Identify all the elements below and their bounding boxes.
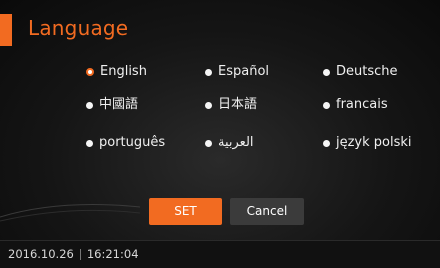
language-label: język polski — [336, 135, 412, 150]
header: Language — [0, 14, 440, 46]
radio-icon — [323, 101, 330, 109]
language-label: English — [100, 64, 147, 79]
accent-bar — [0, 14, 12, 46]
language-label: português — [99, 135, 166, 150]
set-button[interactable]: SET — [149, 198, 222, 225]
separator — [79, 248, 81, 260]
radio-icon — [205, 68, 212, 76]
language-option-deutsche[interactable]: Deutsche — [323, 63, 398, 81]
language-label: Español — [218, 64, 270, 79]
language-screen: Language English Español Deutsche 中國語 日本… — [0, 0, 440, 268]
radio-icon — [323, 139, 330, 147]
language-label: 日本語 — [218, 97, 258, 112]
radio-icon — [205, 101, 212, 109]
radio-icon — [205, 139, 212, 147]
status-bar: 2016.10.26 16:21:04 — [0, 240, 440, 268]
date-text: 2016.10.26 — [8, 247, 74, 261]
decorative-swoosh — [0, 204, 140, 222]
cancel-button[interactable]: Cancel — [230, 198, 304, 225]
radio-icon — [86, 101, 93, 109]
language-option-chinese[interactable]: 中國語 — [86, 96, 138, 114]
time-text: 16:21:04 — [86, 247, 139, 261]
language-label: Deutsche — [336, 64, 398, 79]
language-option-polish[interactable]: język polski — [323, 134, 412, 152]
language-option-espanol[interactable]: Español — [205, 63, 269, 81]
language-label: francais — [336, 97, 388, 112]
language-option-francais[interactable]: francais — [323, 96, 388, 114]
language-option-portugues[interactable]: português — [86, 134, 165, 152]
datetime: 2016.10.26 16:21:04 — [8, 247, 139, 261]
language-label: العربية — [218, 135, 254, 150]
language-option-english[interactable]: English — [86, 63, 147, 81]
language-label: 中國語 — [99, 97, 139, 112]
radio-icon — [323, 68, 330, 76]
radio-icon — [86, 139, 93, 147]
language-option-arabic[interactable]: العربية — [205, 134, 254, 152]
page-title: Language — [28, 16, 129, 40]
language-option-japanese[interactable]: 日本語 — [205, 96, 257, 114]
radio-selected-icon — [86, 68, 94, 76]
